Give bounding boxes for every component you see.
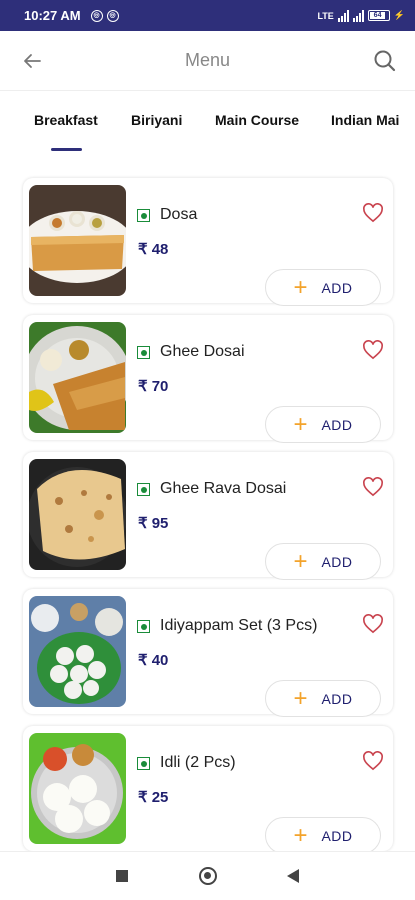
plus-icon: + <box>293 821 308 849</box>
menu-item-card[interactable]: Dosa ₹ 48 + ADD <box>23 178 393 306</box>
item-name: Idli (2 Pcs) <box>160 754 236 771</box>
tab-breakfast[interactable]: Breakfast <box>34 112 98 128</box>
recents-icon[interactable] <box>116 870 128 882</box>
menu-item-card[interactable]: Ghee Dosai ₹ 70 + ADD <box>23 315 393 443</box>
food-image <box>29 733 126 844</box>
item-price: ₹ 48 <box>138 241 169 258</box>
heart-icon[interactable] <box>362 751 384 771</box>
system-back-icon[interactable] <box>287 869 299 883</box>
heart-icon[interactable] <box>362 203 384 223</box>
signal-icon-2 <box>352 9 364 22</box>
charging-icon: ⚡ <box>393 10 405 20</box>
veg-indicator-icon <box>137 757 150 770</box>
status-right: LTE 64 ⚡ <box>317 9 405 22</box>
item-name: Ghee Dosai <box>160 343 245 360</box>
veg-indicator-icon <box>137 620 150 633</box>
veg-indicator-icon <box>137 346 150 359</box>
battery-level: 64 <box>369 12 386 19</box>
tab-biriyani[interactable]: Biriyani <box>131 112 182 128</box>
item-name: Idiyappam Set (3 Pcs) <box>160 617 318 634</box>
add-button[interactable]: + ADD <box>265 680 381 717</box>
plus-icon: + <box>293 684 308 712</box>
add-label: ADD <box>321 279 353 296</box>
add-button[interactable]: + ADD <box>265 269 381 306</box>
search-button[interactable] <box>371 47 399 75</box>
system-nav-bar <box>0 851 415 900</box>
item-name: Ghee Rava Dosai <box>160 480 287 497</box>
status-time: 10:27 AM <box>24 8 81 23</box>
back-button[interactable] <box>18 47 46 75</box>
veg-indicator-icon <box>137 483 150 496</box>
plus-icon: + <box>293 547 308 575</box>
page-title: Menu <box>184 50 231 70</box>
heart-icon[interactable] <box>362 340 384 360</box>
status-bar: 10:27 AM ◎ ◎ LTE 64 ⚡ <box>0 0 415 31</box>
veg-indicator-icon <box>137 209 150 222</box>
item-price: ₹ 40 <box>138 652 169 669</box>
signal-icon <box>337 9 349 22</box>
plus-icon: + <box>293 410 308 438</box>
menu-item-card[interactable]: Idli (2 Pcs) ₹ 25 + ADD <box>23 726 393 854</box>
food-image <box>29 459 126 570</box>
heart-icon[interactable] <box>362 614 384 634</box>
menu-item-card[interactable]: Idiyappam Set (3 Pcs) ₹ 40 + ADD <box>23 589 393 717</box>
item-price: ₹ 70 <box>138 378 169 395</box>
arrow-left-icon <box>24 54 41 68</box>
plus-icon: + <box>293 273 308 301</box>
food-image <box>29 322 126 433</box>
food-image <box>29 185 126 296</box>
category-tabs: Breakfast Biriyani Main Course Indian Ma… <box>0 92 415 154</box>
network-label: LTE <box>317 10 334 21</box>
add-label: ADD <box>321 416 353 433</box>
notification-icon-2: ◎ <box>106 9 119 22</box>
active-tab-indicator <box>51 148 82 151</box>
add-label: ADD <box>321 553 353 570</box>
item-price: ₹ 95 <box>138 515 169 532</box>
search-icon <box>374 50 396 72</box>
add-label: ADD <box>321 827 353 844</box>
add-button[interactable]: + ADD <box>265 817 381 854</box>
tab-indian-main[interactable]: Indian Mai <box>331 112 399 128</box>
battery-icon: 64 <box>367 10 390 21</box>
heart-icon[interactable] <box>362 477 384 497</box>
app-header: Menu <box>0 31 415 91</box>
menu-item-card[interactable]: Ghee Rava Dosai ₹ 95 + ADD <box>23 452 393 580</box>
food-image <box>29 596 126 707</box>
item-price: ₹ 25 <box>138 789 169 806</box>
home-icon[interactable] <box>199 867 217 885</box>
add-button[interactable]: + ADD <box>265 543 381 580</box>
notification-icon: ◎ <box>90 9 103 22</box>
item-name: Dosa <box>160 206 198 223</box>
add-label: ADD <box>321 690 353 707</box>
tab-main-course[interactable]: Main Course <box>215 112 299 128</box>
add-button[interactable]: + ADD <box>265 406 381 443</box>
